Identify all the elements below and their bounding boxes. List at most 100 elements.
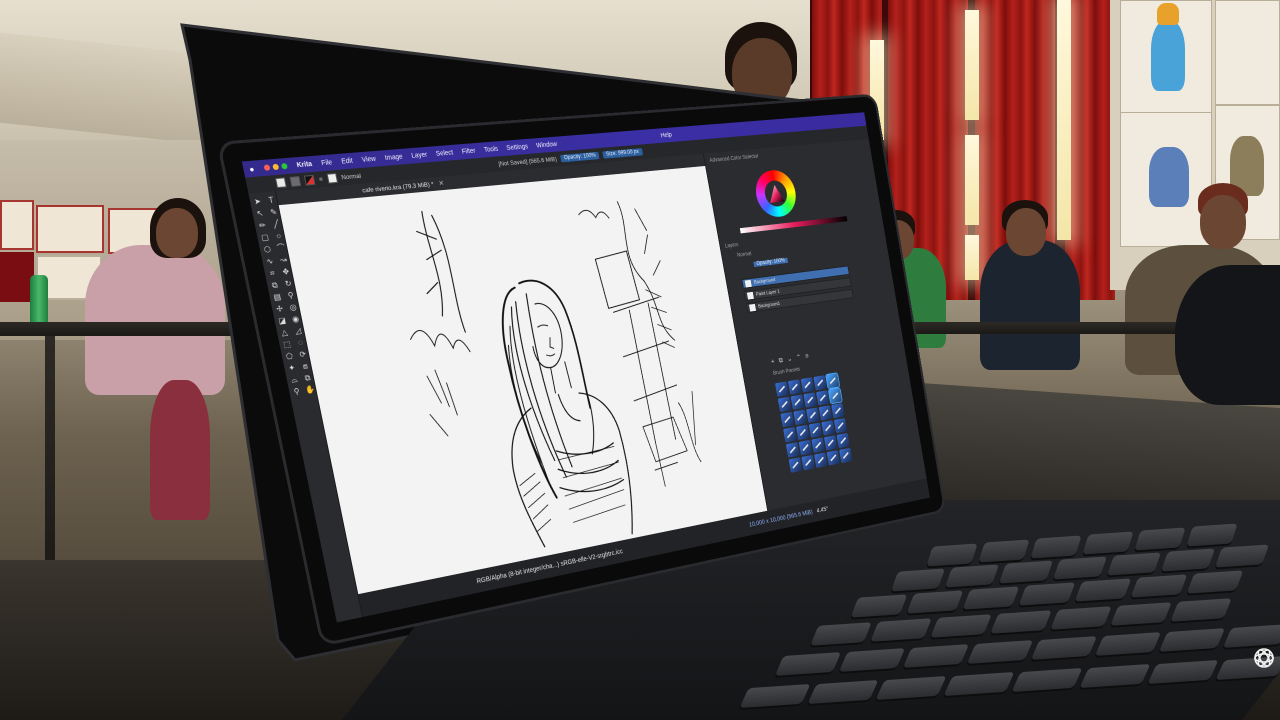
color-triangle[interactable] — [767, 184, 784, 203]
bezier-tool-icon[interactable]: ∿ — [264, 256, 277, 267]
brush-preset-tile[interactable] — [780, 411, 795, 428]
menu-krita[interactable]: Krita — [296, 161, 313, 169]
menu-tools[interactable]: Tools — [483, 146, 498, 154]
assistant-tool-icon[interactable]: ✢ — [273, 304, 285, 314]
zoom-tool-icon[interactable]: ⚲ — [291, 386, 303, 397]
menu-help[interactable]: Help — [660, 132, 672, 139]
brush-preset-tile[interactable] — [777, 396, 792, 413]
add-layer-icon[interactable]: + — [770, 357, 775, 366]
select-shapes-icon[interactable]: ➤ — [251, 197, 264, 207]
brush-preset-tile[interactable] — [818, 405, 833, 421]
brush-preset-tile[interactable] — [811, 437, 825, 453]
brush-preset-tile[interactable] — [788, 457, 803, 473]
move-layer-up-icon[interactable]: ⌃ — [796, 353, 802, 362]
brush-preset-tile[interactable] — [813, 375, 827, 391]
brush-preset-tile[interactable] — [839, 447, 853, 464]
opacity-slider[interactable]: Opacity: 100% — [560, 151, 600, 163]
magnetic-select-icon[interactable]: ⧉ — [301, 373, 313, 383]
brush-preset-tile[interactable] — [785, 442, 800, 458]
brush-preset-tile[interactable] — [836, 432, 850, 449]
polygon-select-icon[interactable]: ⬠ — [283, 351, 295, 361]
menu-select[interactable]: Select — [435, 149, 453, 157]
brush-preset-tile[interactable] — [831, 403, 845, 419]
close-document-icon[interactable]: ✕ — [438, 179, 444, 187]
brush-preset-tile[interactable] — [801, 454, 816, 471]
line-tool-icon[interactable]: ╱ — [270, 219, 282, 229]
brush-preset-tile[interactable] — [826, 450, 841, 466]
polygon-tool-icon[interactable]: ⬡ — [261, 244, 274, 255]
brush-preset-tile[interactable] — [803, 392, 818, 408]
menu-layer[interactable]: Layer — [411, 151, 428, 159]
brush-tool-icon[interactable]: ✏ — [256, 220, 269, 231]
brush-preset-tile[interactable] — [787, 379, 802, 395]
rect-select-icon[interactable]: ⬚ — [281, 339, 293, 349]
dynamic-brush-icon[interactable]: ↻ — [282, 279, 294, 289]
menu-filter[interactable]: Filter — [461, 147, 476, 155]
brush-settings-icon[interactable]: ≡ — [318, 176, 323, 183]
text-tool-icon[interactable]: T — [265, 195, 278, 205]
brush-preset-tile[interactable] — [798, 439, 813, 456]
ellipse-tool-icon[interactable]: ○ — [272, 231, 284, 241]
brush-preset-tile[interactable] — [816, 390, 830, 406]
menu-image[interactable]: Image — [384, 153, 403, 161]
transform-tool-icon[interactable]: ⧉ — [269, 280, 281, 290]
layer-blend-mode[interactable]: Normal — [737, 252, 752, 259]
menu-edit[interactable]: Edit — [341, 157, 354, 165]
move-tool-icon[interactable]: ✥ — [280, 267, 292, 277]
brush-preset-tile[interactable] — [795, 424, 810, 441]
brush-preset-swatch[interactable] — [326, 173, 338, 184]
move-layer-down-icon[interactable]: ⌄ — [787, 355, 793, 364]
layer-properties-icon[interactable]: ≡ — [805, 352, 810, 361]
brush-preset-tile[interactable] — [800, 377, 815, 393]
calligraphy-icon[interactable]: ✎ — [267, 207, 280, 217]
brush-preset-tile[interactable] — [783, 427, 797, 443]
ellipse-select-icon[interactable]: ◌ — [294, 338, 306, 348]
blend-mode-select[interactable]: Normal — [341, 172, 362, 181]
color-wheel[interactable] — [752, 168, 800, 219]
brush-preset-tile[interactable] — [806, 407, 820, 423]
rectangle-tool-icon[interactable]: ▢ — [259, 232, 272, 243]
menu-window[interactable]: Window — [536, 141, 558, 149]
layer-opacity[interactable]: Opacity: 100% — [753, 257, 789, 268]
edit-shapes-icon[interactable]: ↖ — [254, 209, 267, 219]
freehand-path-icon[interactable]: ↝ — [277, 255, 289, 265]
polyline-tool-icon[interactable]: ⌒ — [275, 243, 287, 253]
smart-patch-icon[interactable]: ◎ — [287, 302, 299, 312]
menu-view[interactable]: View — [361, 155, 376, 163]
gradient-swatch[interactable] — [275, 177, 287, 189]
freehand-select-icon[interactable]: ⟳ — [297, 349, 309, 360]
pan-tool-icon[interactable]: ✋ — [304, 384, 316, 395]
brush-preset-tile[interactable] — [824, 435, 838, 451]
menu-file[interactable]: File — [321, 159, 333, 167]
colorize-mask-icon[interactable]: ◉ — [289, 314, 301, 324]
menu-settings[interactable]: Settings — [506, 143, 529, 151]
brush-preset-tile[interactable] — [821, 420, 835, 436]
minimize-window-button[interactable] — [272, 163, 280, 171]
brush-preset-tile[interactable] — [793, 409, 808, 426]
brush-preset-tile[interactable] — [790, 394, 805, 410]
pattern-swatch[interactable] — [289, 176, 302, 187]
window-controls — [263, 163, 288, 171]
zoom-window-button[interactable] — [280, 163, 288, 170]
magic-wand-icon[interactable]: ✦ — [286, 363, 298, 373]
size-slider[interactable]: Size: 999.00 px — [602, 148, 643, 159]
close-window-button[interactable] — [263, 164, 271, 171]
brush-preset-tile[interactable] — [774, 381, 789, 397]
brush-preset-tile[interactable] — [833, 418, 848, 434]
brush-preset-tile[interactable] — [827, 387, 843, 405]
crop-tool-icon[interactable]: ⌗ — [266, 268, 279, 278]
bezier-select-icon[interactable]: ⌓ — [288, 375, 300, 385]
similar-select-icon[interactable]: ⧈ — [299, 361, 311, 371]
brush-preset-tile[interactable] — [825, 372, 841, 390]
duplicate-layer-icon[interactable]: ⧉ — [778, 356, 784, 365]
color-picker-icon[interactable]: ⚲ — [285, 290, 297, 301]
brush-preset-tile[interactable] — [814, 452, 828, 468]
fill-tool-icon[interactable]: ◪ — [276, 316, 288, 326]
ruler-tool-icon[interactable]: ◿ — [292, 326, 304, 336]
gradient-tool-icon[interactable]: ▤ — [271, 292, 283, 302]
measure-tool-icon[interactable]: △ — [278, 327, 290, 338]
brush-preset-tile[interactable] — [808, 422, 823, 438]
apple-logo-icon[interactable]: ● — [248, 164, 255, 173]
color-swatch[interactable] — [303, 174, 316, 186]
color-slider[interactable] — [739, 216, 848, 234]
